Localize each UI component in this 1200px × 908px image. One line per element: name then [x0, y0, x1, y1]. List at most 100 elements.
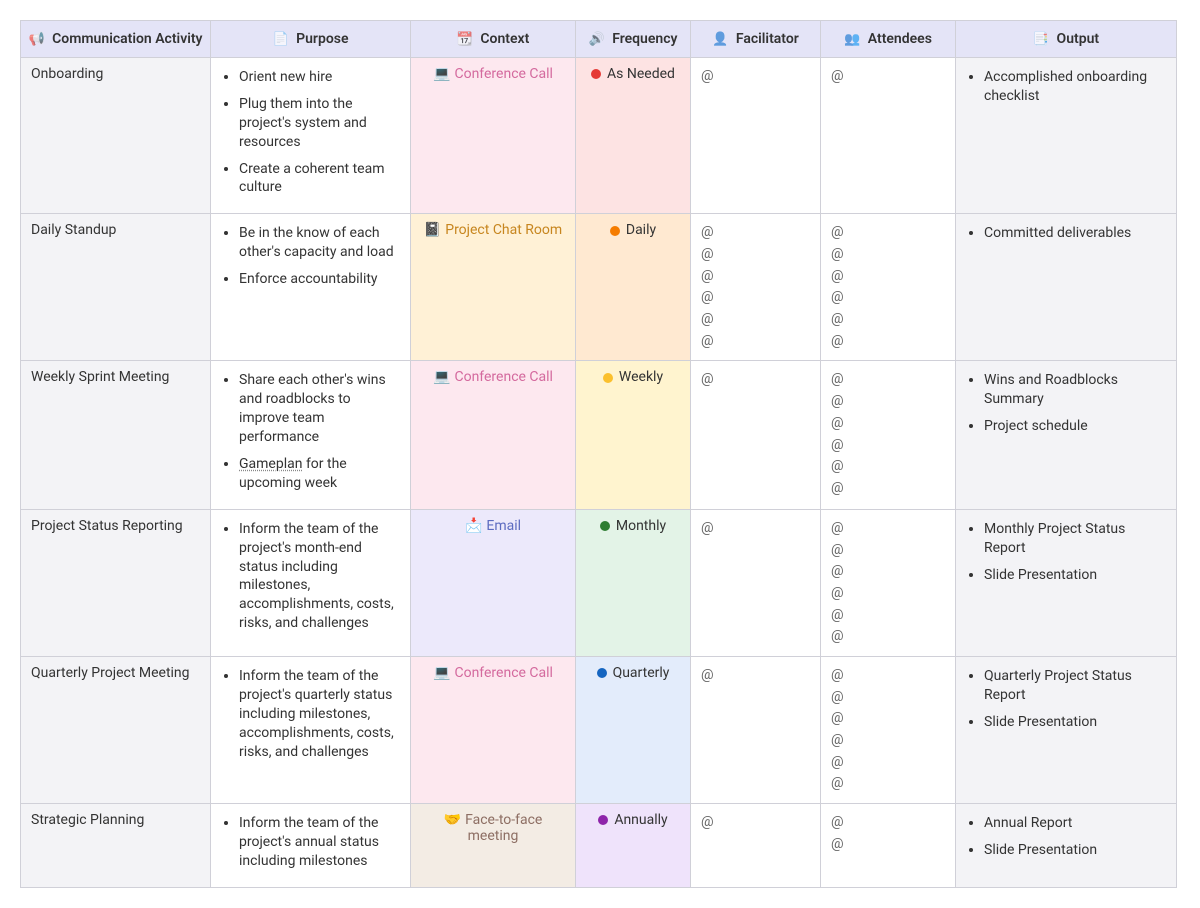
frequency-label: Monthly	[616, 518, 666, 534]
facilitator-cell: @	[691, 804, 821, 888]
mention-placeholder[interactable]: @	[701, 331, 810, 353]
frequency-label: As Needed	[607, 66, 675, 82]
mention-placeholder[interactable]: @	[831, 687, 945, 709]
header-facilitator: 👤 Facilitator	[691, 21, 821, 58]
megaphone-icon: 📢	[28, 32, 44, 47]
mention-placeholder[interactable]: @	[701, 266, 810, 288]
context-cell: 💻Conference Call	[411, 656, 576, 803]
mention-placeholder[interactable]: @	[701, 222, 810, 244]
purpose-cell: Share each other's wins and roadblocks t…	[211, 361, 411, 509]
mention-placeholder[interactable]: @	[831, 413, 945, 435]
attendees-cell: @@@@@@	[821, 509, 956, 656]
mention-placeholder[interactable]: @	[831, 583, 945, 605]
attendees-cell: @	[821, 58, 956, 214]
activity-cell: Weekly Sprint Meeting	[21, 361, 211, 509]
attendees-cell: @@@@@@	[821, 361, 956, 509]
frequency-label: Quarterly	[613, 665, 670, 681]
project-chat-icon: 📓	[424, 222, 441, 238]
document-icon: 📄	[272, 32, 288, 47]
frequency-dot-icon	[591, 69, 601, 79]
mention-placeholder[interactable]: @	[831, 518, 945, 540]
mention-placeholder[interactable]: @	[831, 478, 945, 500]
mention-placeholder[interactable]: @	[831, 626, 945, 648]
activity-cell: Strategic Planning	[21, 804, 211, 888]
activity-cell: Quarterly Project Meeting	[21, 656, 211, 803]
communication-plan-table: 📢 Communication Activity 📄 Purpose 📆 Con…	[20, 20, 1177, 888]
header-output-label: Output	[1057, 31, 1100, 47]
facilitator-cell: @	[691, 509, 821, 656]
frequency-cell: Annually	[576, 804, 691, 888]
frequency-label: Daily	[626, 222, 656, 238]
mention-placeholder[interactable]: @	[831, 773, 945, 795]
frequency-dot-icon	[598, 815, 608, 825]
mention-placeholder[interactable]: @	[831, 708, 945, 730]
mention-placeholder[interactable]: @	[831, 605, 945, 627]
header-output: 📑 Output	[956, 21, 1177, 58]
purpose-cell: Orient new hire Plug them into the projec…	[211, 58, 411, 214]
output-item: Wins and Roadblocks Summary	[984, 371, 1166, 409]
attendees-cell: @@@@@@	[821, 214, 956, 361]
mention-placeholder[interactable]: @	[831, 266, 945, 288]
facilitator-cell: @	[691, 58, 821, 214]
purpose-item: Plug them into the project's system and …	[239, 95, 400, 152]
purpose-item: Orient new hire	[239, 68, 400, 87]
purpose-cell: Be in the know of each other's capacity …	[211, 214, 411, 361]
mention-placeholder[interactable]: @	[831, 244, 945, 266]
mention-placeholder[interactable]: @	[831, 665, 945, 687]
mention-placeholder[interactable]: @	[701, 812, 810, 834]
output-item: Slide Presentation	[984, 566, 1166, 585]
context-label: Project Chat Room	[445, 222, 562, 238]
activity-cell: Project Status Reporting	[21, 509, 211, 656]
output-icon: 📑	[1033, 32, 1049, 47]
table-body: OnboardingOrient new hirePlug them into …	[21, 58, 1177, 888]
context-cell: 💻Conference Call	[411, 58, 576, 214]
frequency-label: Weekly	[619, 369, 663, 385]
mention-placeholder[interactable]: @	[831, 66, 945, 88]
conference-call-icon: 💻	[433, 369, 450, 385]
mention-placeholder[interactable]: @	[831, 561, 945, 583]
mention-placeholder[interactable]: @	[701, 287, 810, 309]
header-frequency: 🔊 Frequency	[576, 21, 691, 58]
mention-placeholder[interactable]: @	[831, 834, 945, 856]
facilitator-cell: @	[691, 656, 821, 803]
frequency-cell: Daily	[576, 214, 691, 361]
output-item: Accomplished onboarding checklist	[984, 68, 1166, 106]
mention-placeholder[interactable]: @	[701, 309, 810, 331]
mention-placeholder[interactable]: @	[701, 518, 810, 540]
mention-placeholder[interactable]: @	[831, 331, 945, 353]
mention-placeholder[interactable]: @	[831, 391, 945, 413]
mention-placeholder[interactable]: @	[701, 66, 810, 88]
mention-placeholder[interactable]: @	[831, 540, 945, 562]
output-item: Quarterly Project Status Report	[984, 667, 1166, 705]
table-row: Project Status ReportingInform the team …	[21, 509, 1177, 656]
context-cell: 📓Project Chat Room	[411, 214, 576, 361]
header-purpose: 📄 Purpose	[211, 21, 411, 58]
mention-placeholder[interactable]: @	[831, 730, 945, 752]
mention-placeholder[interactable]: @	[831, 369, 945, 391]
header-activity: 📢 Communication Activity	[21, 21, 211, 58]
mention-placeholder[interactable]: @	[831, 309, 945, 331]
mention-placeholder[interactable]: @	[831, 435, 945, 457]
mention-placeholder[interactable]: @	[831, 752, 945, 774]
conference-call-icon: 💻	[433, 66, 450, 82]
mention-placeholder[interactable]: @	[701, 244, 810, 266]
context-cell: 💻Conference Call	[411, 361, 576, 509]
mention-placeholder[interactable]: @	[701, 665, 810, 687]
table-row: Daily StandupBe in the know of each othe…	[21, 214, 1177, 361]
table-row: Quarterly Project MeetingInform the team…	[21, 656, 1177, 803]
header-row: 📢 Communication Activity 📄 Purpose 📆 Con…	[21, 21, 1177, 58]
facilitator-cell: @@@@@@	[691, 214, 821, 361]
mention-placeholder[interactable]: @	[701, 369, 810, 391]
output-item: Committed deliverables	[984, 224, 1166, 243]
header-context: 📆 Context	[411, 21, 576, 58]
mention-placeholder[interactable]: @	[831, 222, 945, 244]
purpose-item: Create a coherent team culture	[239, 160, 400, 198]
mention-placeholder[interactable]: @	[831, 287, 945, 309]
context-cell: 📩Email	[411, 509, 576, 656]
mention-placeholder[interactable]: @	[831, 456, 945, 478]
output-cell: Monthly Project Status ReportSlide Prese…	[956, 509, 1177, 656]
output-item: Annual Report	[984, 814, 1166, 833]
output-item: Project schedule	[984, 417, 1166, 436]
mention-placeholder[interactable]: @	[831, 812, 945, 834]
people-icon: 👥	[844, 32, 860, 47]
